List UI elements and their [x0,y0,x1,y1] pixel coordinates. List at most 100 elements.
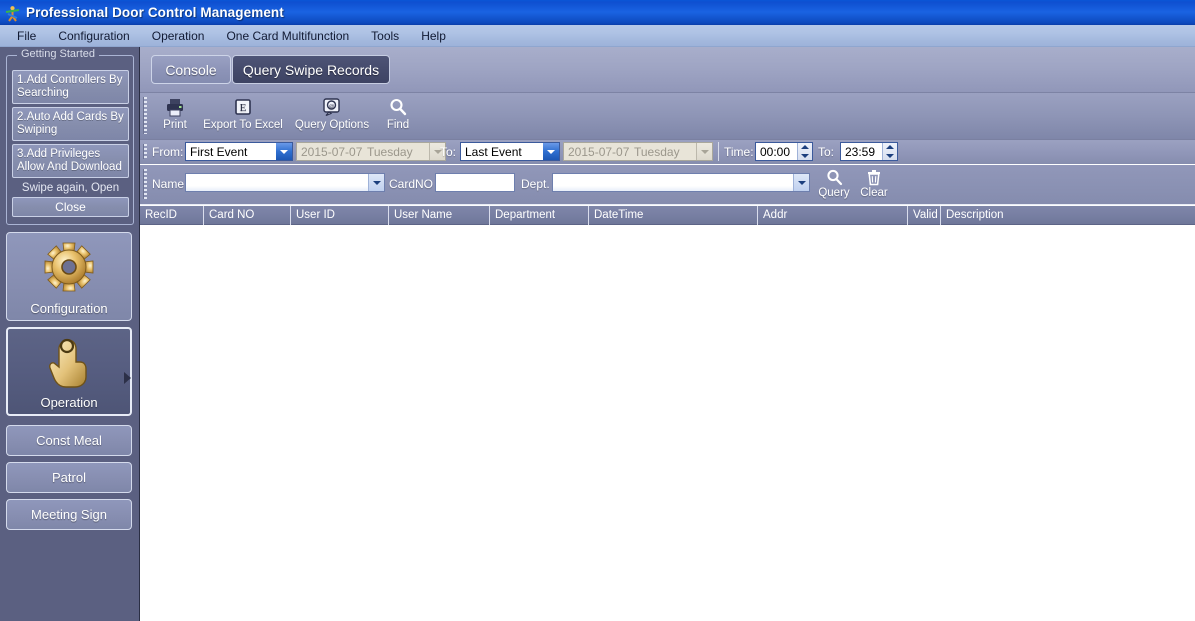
time-from-value: 00:00 [760,144,791,159]
spinner-arrows-icon[interactable] [797,143,812,160]
from-date-combo[interactable]: 2015-07-07 Tuesday [296,142,446,161]
dept-label: Dept. [521,177,550,191]
chevron-down-icon[interactable] [368,174,384,191]
sidebar-item-meeting-sign[interactable]: Meeting Sign [6,499,132,530]
to-event-value: Last Event [465,144,522,159]
menu-item-one-card-multifunction[interactable]: One Card Multifunction [215,27,360,45]
from-weekday-value: Tuesday [367,144,413,159]
sidebar-item-operation[interactable]: Operation [6,327,132,416]
from-label: From: [152,145,184,159]
toolbar-grip-handle[interactable] [143,97,147,134]
cardno-input[interactable] [435,173,515,192]
left-sidebar: Getting Started 1.Add Controllers By Sea… [0,47,140,621]
sidebar-item-configuration-label: Configuration [30,301,108,316]
hand-pointer-icon [8,335,130,391]
printer-icon [165,96,185,118]
query-button[interactable]: Query [814,167,854,203]
tab-console[interactable]: Console [151,55,231,84]
getting-started-legend: Getting Started [17,48,99,60]
dept-combo[interactable] [552,173,810,192]
from-event-value: First Event [190,144,248,159]
selected-indicator-arrow-icon [124,372,131,384]
sidebar-item-configuration[interactable]: Configuration [6,232,132,321]
records-table-header: RecID Card NO User ID User Name Departme… [140,205,1195,225]
clear-button[interactable]: Clear [854,167,894,203]
excel-icon: E [234,96,252,118]
find-button[interactable]: Find [376,96,420,137]
time-to-value: 23:59 [845,144,876,159]
filter-row-date-grip-handle[interactable] [143,144,147,159]
filter-row-person: Name CardNO Dept. Query Clear [140,165,1195,205]
query-options-button-label: Query Options [294,119,370,131]
records-table-body[interactable] [140,226,1195,621]
gs-close-button[interactable]: Close [12,197,129,217]
clear-button-label: Clear [860,187,888,199]
chevron-down-icon[interactable] [696,143,712,160]
gs-add-controllers-button[interactable]: 1.Add Controllers By Searching [12,70,129,104]
sidebar-item-operation-label: Operation [40,395,98,410]
to-label: To: [440,145,457,159]
spinner-arrows-icon[interactable] [882,143,897,160]
column-header-department[interactable]: Department [489,206,588,225]
query-button-label: Query [818,187,850,199]
print-button-label: Print [163,119,187,131]
filter-row-date: From: First Event 2015-07-07 Tuesday To:… [140,140,1195,165]
to-event-combo[interactable]: Last Event [460,142,560,161]
svg-text:@: @ [328,104,334,110]
main-panel: Console Query Swipe Records Print E Expo… [140,47,1195,621]
column-header-card-no[interactable]: Card NO [203,206,290,225]
toolbar: Print E Export To Excel @ Query Options … [140,93,1195,187]
menu-item-operation[interactable]: Operation [141,27,216,45]
menu-item-file[interactable]: File [6,27,47,45]
to-date-value: 2015-07-07 [568,144,630,159]
from-date-value: 2015-07-07 [301,144,363,159]
name-label: Name [152,177,185,191]
menu-item-tools[interactable]: Tools [360,27,410,45]
to-weekday-value: Tuesday [634,144,680,159]
column-header-recid[interactable]: RecID [140,206,203,225]
menu-item-configuration[interactable]: Configuration [47,27,140,45]
time-to-spinner[interactable]: 23:59 [840,142,898,161]
filter-separator [718,142,719,161]
export-to-excel-button-label: Export To Excel [203,119,283,131]
window-titlebar: Professional Door Control Management [0,0,1195,25]
find-button-label: Find [386,119,410,131]
gear-icon [7,239,131,295]
gs-note-text: Swipe again, Open [21,182,120,194]
chevron-down-icon[interactable] [543,143,559,160]
menu-item-help[interactable]: Help [410,27,457,45]
query-options-icon: @ [322,96,342,118]
time-label: Time: [724,145,754,159]
tab-strip: Console Query Swipe Records [140,47,1195,93]
to-date-combo[interactable]: 2015-07-07 Tuesday [563,142,713,161]
column-header-user-name[interactable]: User Name [388,206,489,225]
magnifier-icon [826,167,843,187]
menubar: File Configuration Operation One Card Mu… [0,25,1195,47]
app-icon [4,5,21,22]
column-header-description[interactable]: Description [940,206,1195,225]
sidebar-item-patrol[interactable]: Patrol [6,462,132,493]
time-from-spinner[interactable]: 00:00 [755,142,813,161]
export-to-excel-button[interactable]: E Export To Excel [198,96,288,137]
trash-icon [866,167,882,187]
tab-query-swipe-records[interactable]: Query Swipe Records [232,55,390,84]
gs-add-privileges-button[interactable]: 3.Add Privileges Allow And Download [12,144,129,178]
name-combo[interactable] [185,173,385,192]
time-to-label: To: [818,145,835,159]
column-header-valid[interactable]: Valid [907,206,940,225]
column-header-datetime[interactable]: DateTime [588,206,757,225]
cardno-label: CardNO [389,177,434,191]
query-options-button[interactable]: @ Query Options [288,96,376,137]
gs-auto-add-cards-button[interactable]: 2.Auto Add Cards By Swiping [12,107,129,141]
print-button[interactable]: Print [152,96,198,137]
column-header-user-id[interactable]: User ID [290,206,388,225]
sidebar-item-const-meal[interactable]: Const Meal [6,425,132,456]
chevron-down-icon[interactable] [793,174,809,191]
from-event-combo[interactable]: First Event [185,142,293,161]
svg-text:E: E [240,102,247,114]
column-header-addr[interactable]: Addr [757,206,907,225]
window-title: Professional Door Control Management [26,5,284,20]
chevron-down-icon[interactable] [276,143,292,160]
filter-row-person-grip-handle[interactable] [143,169,147,199]
getting-started-group: Getting Started 1.Add Controllers By Sea… [6,48,134,225]
